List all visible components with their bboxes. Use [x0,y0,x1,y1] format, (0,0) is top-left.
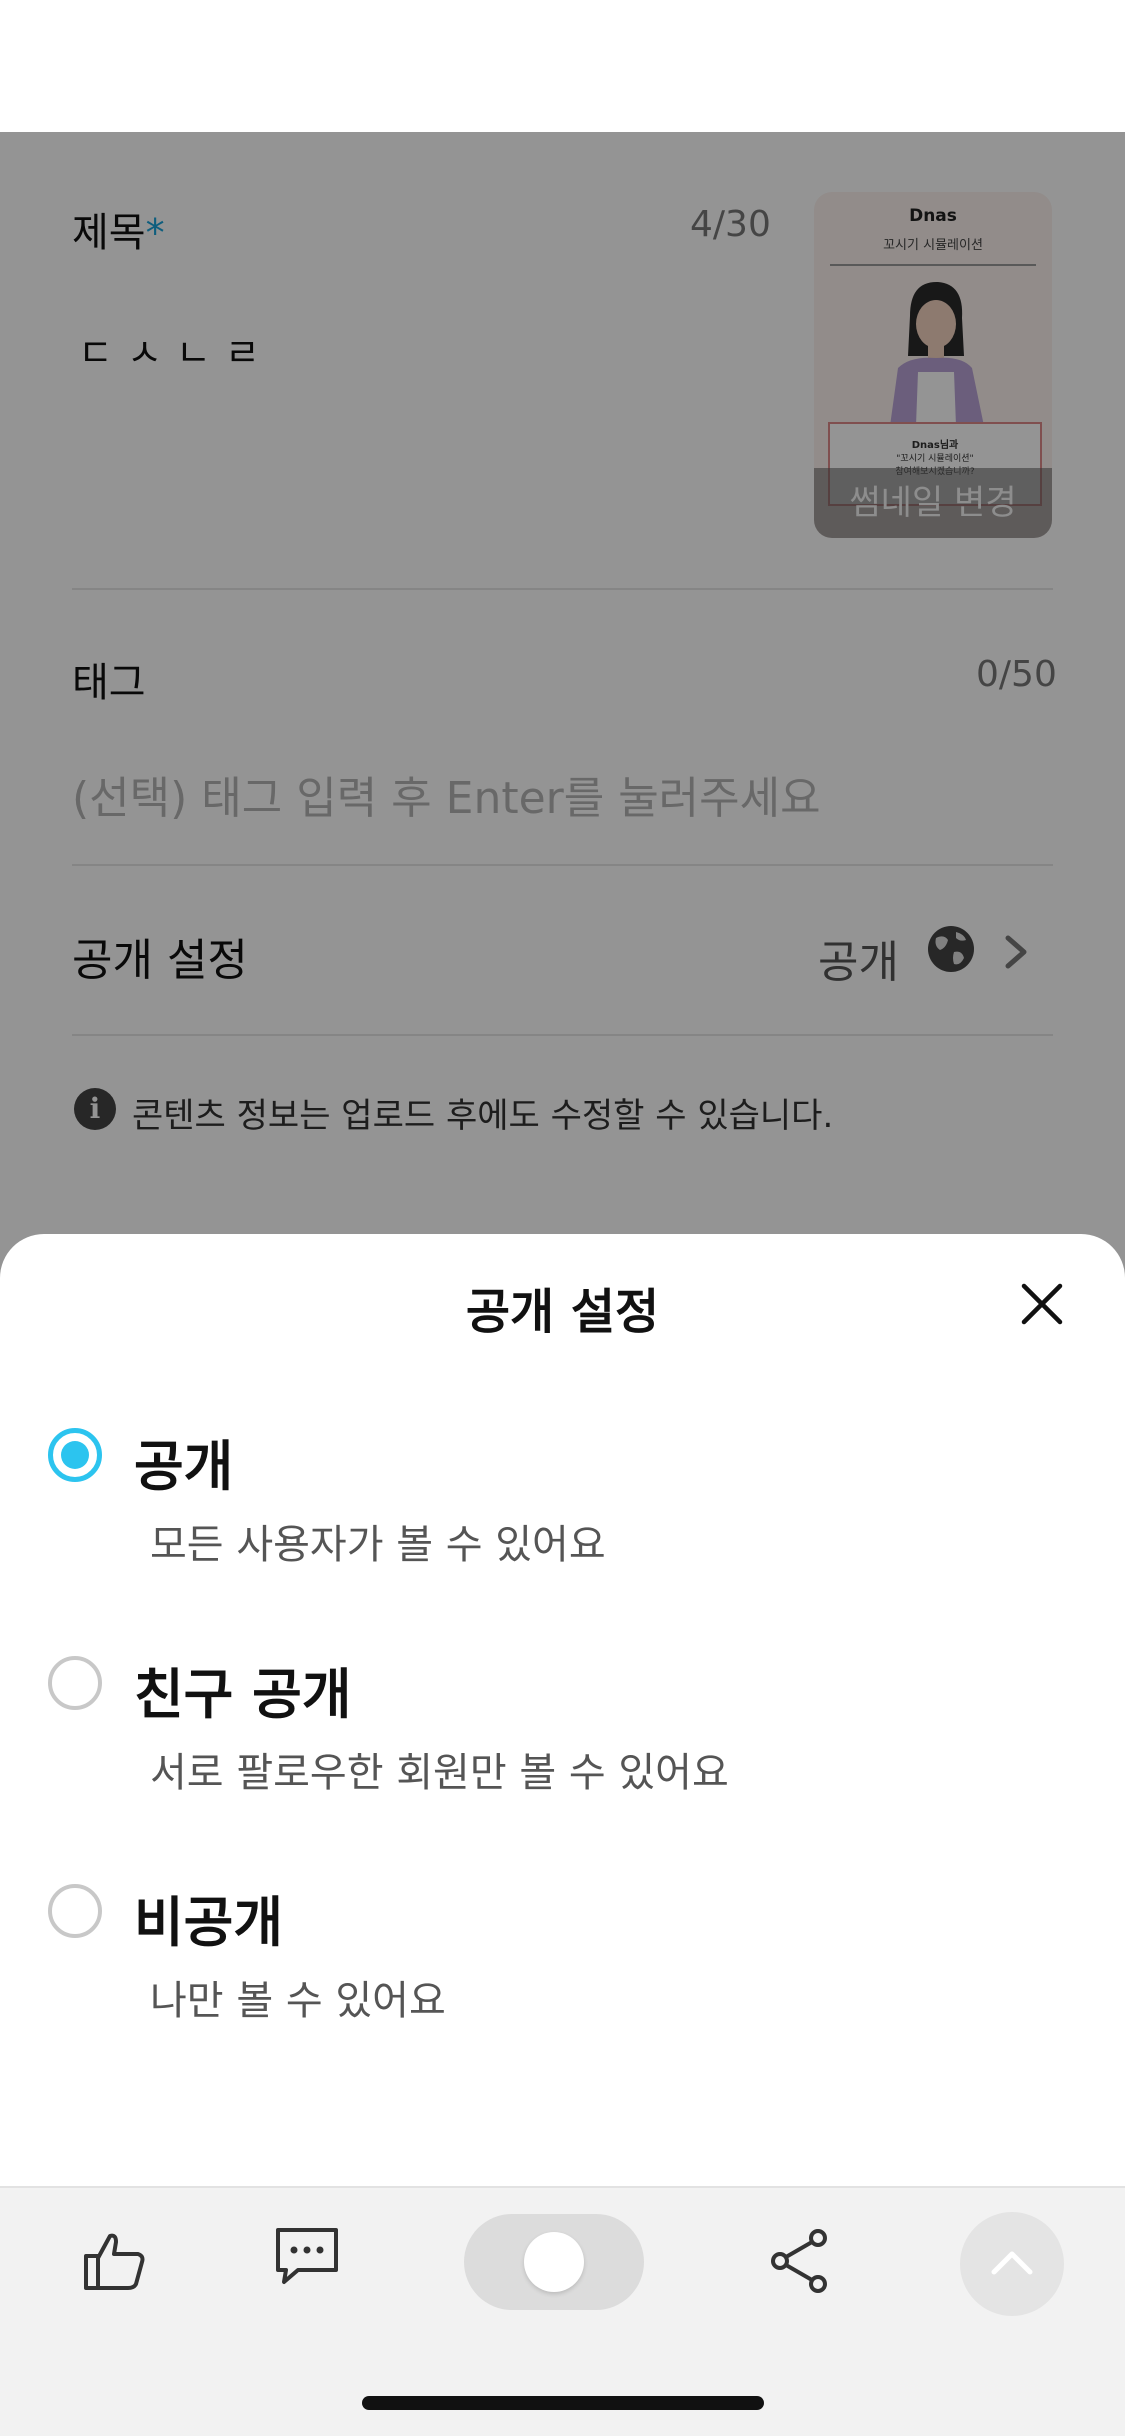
option-friends-description: 서로 팔로우한 회원만 볼 수 있어요 [150,1750,729,1796]
share-icon[interactable] [766,2226,836,2296]
option-private-description: 나만 볼 수 있어요 [150,1978,446,2024]
option-friends-label[interactable]: 친구 공개 [134,1650,352,1729]
arrow-up-icon [991,2251,1033,2275]
radio-friends[interactable] [48,1656,102,1710]
home-indicator [362,2396,764,2410]
thumbs-up-icon[interactable] [80,2226,150,2296]
radio-public[interactable] [48,1428,102,1482]
option-public-description: 모든 사용자가 볼 수 있어요 [150,1522,606,1568]
sheet-title: 공개 설정 [465,1284,660,1340]
radio-private[interactable] [48,1884,102,1938]
option-private-label[interactable]: 비공개 [134,1878,283,1957]
wifi-icon [949,50,997,86]
status-time: 16:27 [82,40,223,91]
toolbar-divider [0,2186,1125,2188]
battery-icon: 36 [1010,50,1074,86]
option-public-label[interactable]: 공개 [134,1422,233,1501]
comment-icon[interactable] [272,2222,342,2292]
close-icon[interactable] [1018,1280,1066,1328]
toggle-knob[interactable] [524,2232,584,2292]
